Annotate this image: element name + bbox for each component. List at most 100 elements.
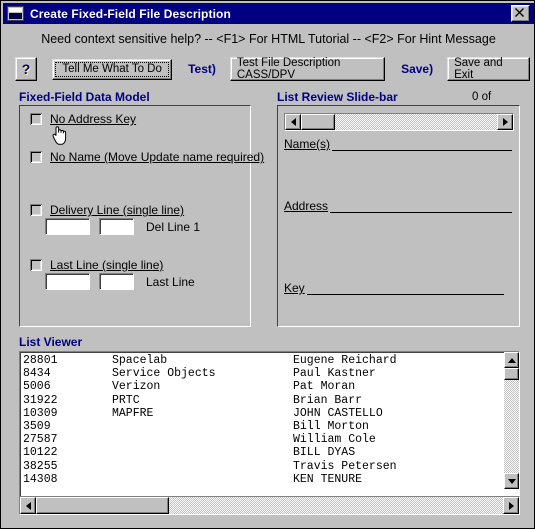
row-id: 10309 <box>23 406 58 420</box>
no-name-checkbox[interactable] <box>30 151 42 163</box>
row-company: Spacelab <box>112 354 168 367</box>
tell-me-what-to-do-button[interactable]: Tell Me What To Do <box>52 58 173 80</box>
delivery-line-field-row: Del Line 1 <box>45 218 200 235</box>
save-prefix-label: Save) <box>401 62 434 76</box>
list-horizontal-scroll-thumb[interactable] <box>36 497 169 514</box>
row-company <box>112 433 293 446</box>
names-field: Name(s) <box>284 137 512 153</box>
record-counter: 0 of <box>472 91 492 103</box>
fixed-field-data-model-title: Fixed-Field Data Model <box>19 90 150 104</box>
scroll-left-arrow[interactable] <box>285 114 301 130</box>
row-company: Service Objects <box>112 367 216 381</box>
no-address-key-label[interactable]: No Address Key <box>50 112 136 126</box>
row-id: 14308 <box>23 472 58 486</box>
test-file-description-button[interactable]: Test File Description CASS/DPV <box>229 57 386 81</box>
table-row[interactable]: 28801 Spacelab Eugene Reichard <box>23 354 501 367</box>
delivery-line-label[interactable]: Delivery Line (single line) <box>50 203 184 217</box>
table-row[interactable]: 31922 PRTC Brian Barr <box>23 394 501 407</box>
last-line-checkbox[interactable] <box>30 259 42 271</box>
delivery-line-length-input[interactable] <box>99 218 134 235</box>
list-vertical-scroll-thumb[interactable] <box>504 368 519 380</box>
row-company: MAPFRE <box>112 406 154 420</box>
checkbox-row-no-address-key[interactable]: No Address Key <box>30 112 136 126</box>
close-button[interactable] <box>511 5 530 22</box>
delivery-line-checkbox[interactable] <box>30 204 42 216</box>
triangle-right-icon <box>502 118 508 126</box>
scroll-thumb[interactable] <box>301 114 335 130</box>
del-line-1-label: Del Line 1 <box>146 219 201 234</box>
address-field: Address <box>284 199 512 215</box>
list-viewer-panel[interactable]: 28801 Spacelab Eugene Reichard 8434 Service … <box>19 351 520 506</box>
list-review-slide-bar-title: List Review Slide-bar <box>277 90 398 104</box>
test-prefix-label: Test) <box>188 62 216 76</box>
list-review-horizontal-scrollbar[interactable] <box>284 113 514 131</box>
row-name: Bill Morton <box>293 419 369 433</box>
save-and-exit-button[interactable]: Save and Exit <box>447 57 531 81</box>
table-row[interactable]: 3509 Bill Morton <box>23 420 501 433</box>
list-scroll-up-arrow[interactable] <box>504 352 519 368</box>
no-address-key-checkbox[interactable] <box>30 113 42 125</box>
row-id: 10122 <box>23 446 58 460</box>
triangle-left-icon <box>25 501 31 510</box>
checkbox-row-no-name[interactable]: No Name (Move Update name required) <box>30 150 264 164</box>
checkbox-row-delivery-line[interactable]: Delivery Line (single line) <box>30 203 184 217</box>
last-line-field-row: Last Line <box>45 273 195 290</box>
row-company: PRTC <box>112 393 140 407</box>
delivery-line-start-input[interactable] <box>45 218 90 235</box>
list-horizontal-scroll-track[interactable] <box>36 497 503 514</box>
row-company <box>112 473 293 486</box>
table-row[interactable]: 27587 William Cole <box>23 433 501 446</box>
close-icon <box>515 8 524 17</box>
last-line-start-input[interactable] <box>45 273 90 290</box>
tell-me-what-to-do-label: Tell Me What To Do <box>62 63 162 75</box>
no-name-label[interactable]: No Name (Move Update name required) <box>50 150 264 164</box>
row-name: Eugene Reichard <box>293 354 397 367</box>
key-rule <box>284 294 504 295</box>
row-id: 8434 <box>23 367 51 381</box>
row-id: 3509 <box>23 419 51 433</box>
triangle-right-icon <box>508 501 514 510</box>
row-name: BILL DYAS <box>293 446 356 460</box>
table-row[interactable]: 14308 KEN TENURE <box>23 473 501 486</box>
row-id: 28801 <box>23 354 58 367</box>
table-row[interactable]: 10122 BILL DYAS <box>23 446 501 459</box>
row-company <box>112 446 293 459</box>
title-bar: Create Fixed-Field File Description <box>3 3 534 24</box>
help-button[interactable]: ? <box>15 57 38 81</box>
table-row[interactable]: 5006 Verizon Pat Moran <box>23 380 501 393</box>
row-name: Travis Petersen <box>293 459 397 473</box>
toolbar: ? Tell Me What To Do Test) Test File Des… <box>7 53 531 85</box>
list-viewer-vertical-scrollbar[interactable] <box>504 352 519 489</box>
row-name: Paul Kastner <box>293 367 376 381</box>
row-company <box>112 460 293 473</box>
list-scroll-left-arrow[interactable] <box>20 497 36 514</box>
key-field: Key <box>284 281 504 297</box>
list-scroll-down-arrow[interactable] <box>504 473 519 489</box>
address-label: Address <box>284 199 331 213</box>
window-icon <box>7 6 24 21</box>
list-scroll-right-arrow[interactable] <box>503 497 519 514</box>
names-label: Name(s) <box>284 137 333 151</box>
scroll-right-arrow[interactable] <box>497 114 513 130</box>
save-and-exit-label: Save and Exit <box>454 57 503 81</box>
list-viewer-horizontal-scrollbar[interactable] <box>19 496 520 515</box>
table-row[interactable]: 10309 MAPFRE JOHN CASTELLO <box>23 407 501 420</box>
triangle-left-icon <box>290 118 296 126</box>
row-name: Brian Barr <box>293 393 363 407</box>
list-vertical-scroll-track[interactable] <box>504 368 519 473</box>
row-company: Verizon <box>112 380 161 394</box>
window-title: Create Fixed-Field File Description <box>30 6 231 21</box>
last-line-value-label: Last Line <box>146 274 195 289</box>
table-row[interactable]: 8434 Service Objects Paul Kastner <box>23 367 501 380</box>
checkbox-row-last-line[interactable]: Last Line (single line) <box>30 258 163 272</box>
last-line-length-input[interactable] <box>99 273 134 290</box>
scroll-track[interactable] <box>301 114 497 130</box>
triangle-down-icon <box>507 478 516 484</box>
last-line-label[interactable]: Last Line (single line) <box>50 258 163 272</box>
row-id: 38255 <box>23 459 58 473</box>
table-row[interactable]: 38255 Travis Petersen <box>23 460 501 473</box>
row-name: Pat Moran <box>293 380 356 394</box>
list-viewer-rows: 28801 Spacelab Eugene Reichard 8434 Service … <box>23 354 501 486</box>
row-id: 27587 <box>23 433 58 447</box>
row-name: JOHN CASTELLO <box>293 406 383 420</box>
